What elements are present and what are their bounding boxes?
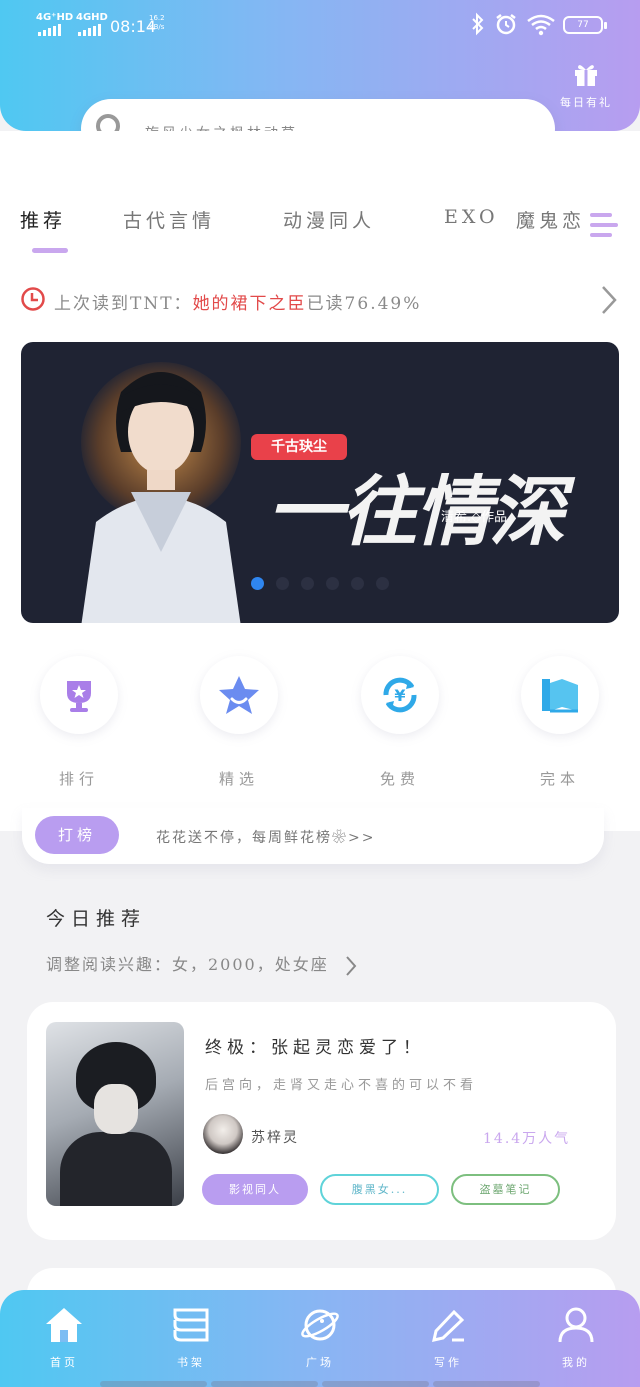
book-description: 后宫向，走肾又走心不喜的可以不看 [205,1078,478,1093]
book-cover-image [46,1022,184,1206]
quick-link-label: 精选 [218,770,259,788]
pen-icon [432,1309,465,1342]
network-label-1: 4G⁺HD [36,12,74,23]
gesture-bar [0,1381,640,1387]
trophy-icon [67,681,91,712]
banner-dot[interactable] [376,577,389,590]
wifi-icon [527,14,555,36]
last-read-prefix: 上次读到TNT： [54,294,193,314]
tab-ancient-romance[interactable]: 古代言情 [123,206,215,233]
nav-label: 书架 [177,1356,205,1369]
book-tag[interactable]: 盗墓笔记 [451,1174,560,1205]
daily-gift-button[interactable]: 每日有礼 [551,60,621,110]
chevron-right-icon [602,286,617,314]
quick-link-circle [521,656,599,734]
free-icon: ¥ [383,677,417,713]
quick-link-label: 免费 [379,770,420,788]
active-tab-indicator [32,248,68,253]
nav-label: 首页 [50,1356,78,1369]
signal-icon-1 [38,24,61,36]
quick-link-label: 排行 [58,770,99,788]
quick-link-circle: ¥ [361,656,439,734]
nav-plaza[interactable]: 广场 [270,1290,370,1387]
status-bar: 4G⁺HD 4GHD 08:14 16.2 KB/s 77 [0,8,640,42]
quick-link-label: 完本 [539,770,580,788]
nav-label: 我的 [562,1356,590,1369]
weekly-flower-ranking-link[interactable]: 花花送不停，每周鲜花榜❀>> [156,827,375,847]
quick-link-circle [200,656,278,734]
signal-icon-2 [78,24,101,36]
bookshelf-icon [173,1308,209,1342]
banner-dot[interactable] [251,577,264,590]
category-menu-icon[interactable] [586,205,622,245]
author-name[interactable]: 苏梓灵 [251,1127,299,1147]
tab-devil-love[interactable]: 魔鬼恋 [516,206,585,233]
network-label-2: 4GHD [76,12,108,23]
banner-author: 清希.◇作品 [441,510,508,525]
quick-link-circle [40,656,118,734]
quick-links: 排行 精选 ¥ 免费 完本 [0,656,640,789]
reading-preference-link[interactable]: 调整阅读兴趣：女，2000，处女座 [46,951,358,977]
history-clock-icon [21,287,45,311]
book-tag[interactable]: 腹黑女... [320,1174,439,1205]
tab-recommend[interactable]: 推荐 [20,206,66,233]
planet-icon [301,1309,339,1341]
quick-link-featured[interactable]: 精选 [194,656,284,789]
rank-strip: 打榜 花花送不停，每周鲜花榜❀>> [22,808,604,864]
quick-link-ranking[interactable]: 排行 [34,656,124,789]
tab-anime-fanfic[interactable]: 动漫同人 [283,206,375,233]
gift-icon [575,65,597,86]
quick-link-free[interactable]: ¥ 免费 [355,656,445,789]
battery-indicator: 77 [563,16,607,34]
chevron-right-icon [346,955,357,976]
nav-label: 广场 [306,1356,334,1369]
tab-exo[interactable]: EXO [444,206,499,228]
book-card[interactable]: 终极：张起灵恋爱了！ 后宫向，走肾又走心不喜的可以不看 苏梓灵 14.4万人气 … [27,1002,616,1240]
star-icon [219,676,259,714]
last-read-bar[interactable]: 上次读到TNT：她的裙下之臣已读76.49% [20,282,620,318]
cover-figure-body [60,1132,172,1206]
alarm-icon [496,14,516,35]
today-recommend-title: 今日推荐 [46,908,147,930]
banner-pagination [251,577,389,590]
nav-bookshelf[interactable]: 书架 [141,1290,241,1387]
author-avatar[interactable] [203,1114,243,1154]
svg-text:¥: ¥ [394,686,405,705]
bottom-navigation: 首页 书架 广场 写作 我的 [0,1290,640,1387]
popularity-count: 14.4万人气 [483,1131,571,1147]
nav-write[interactable]: 写作 [398,1290,498,1387]
net-speed: 16.2 KB/s [149,14,165,32]
quick-link-completed[interactable]: 完本 [515,656,605,789]
nav-profile[interactable]: 我的 [526,1290,626,1387]
banner-dot[interactable] [326,577,339,590]
net-speed-unit: KB/s [149,23,165,31]
home-icon [46,1308,82,1342]
nav-label: 写作 [434,1356,462,1369]
book-icon [542,679,578,713]
last-read-progress: 已读76.49% [306,294,422,314]
vote-button[interactable]: 打榜 [35,816,119,854]
book-title: 终极：张起灵恋爱了！ [205,1038,425,1058]
cover-figure-face [94,1084,138,1134]
banner-dot[interactable] [301,577,314,590]
book-tag[interactable]: 影视同人 [202,1174,308,1205]
banner-dot[interactable] [276,577,289,590]
nav-home[interactable]: 首页 [14,1290,114,1387]
banner-character-image [81,372,241,623]
last-read-text: 上次读到TNT：她的裙下之臣已读76.49% [54,289,421,314]
last-read-book: 她的裙下之臣 [192,294,307,314]
category-tabs: 推荐 古代言情 动漫同人 EXO 魔鬼恋 [0,188,640,258]
banner-title: 一往情深 [267,467,565,556]
gift-label: 每日有礼 [560,96,612,109]
banner-dot[interactable] [351,577,364,590]
reading-preference-text: 调整阅读兴趣：女，2000，处女座 [46,955,329,974]
net-speed-value: 16.2 [149,14,165,22]
promo-banner[interactable]: 千古玦尘 一往情深 清希.◇作品 [21,342,619,623]
user-icon [558,1307,594,1343]
bluetooth-icon [472,12,484,36]
